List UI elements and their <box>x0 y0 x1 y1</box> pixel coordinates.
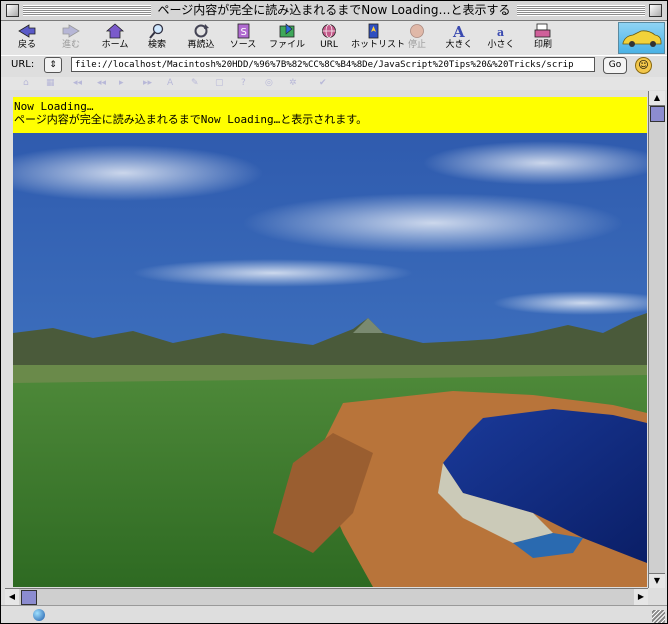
search-button[interactable]: 検索 <box>135 23 179 54</box>
vertical-scroll-thumb[interactable] <box>650 106 665 122</box>
pbar-rewind-icon[interactable]: ◂◂ <box>73 77 82 90</box>
svg-text:S: S <box>241 27 247 38</box>
smaller-text-icon: a <box>491 23 511 39</box>
loading-line-2: ページ内容が完全に読み込まれるまでNow Loading…と表示されます。 <box>14 113 368 126</box>
navigation-toolbar: 戻る 進む ホーム 検索 再読込 S ソース ファイル URL ホットリスト 停… <box>1 21 667 56</box>
smaller-text-button[interactable]: a 小さく <box>479 23 523 54</box>
scroll-right-icon[interactable]: ▶ <box>634 589 648 605</box>
url-input[interactable]: file://localhost/Macintosh%20HDD/%96%7B%… <box>71 57 595 72</box>
pbar-help-icon[interactable]: ? <box>241 77 246 90</box>
stop-button[interactable]: 停止 <box>395 23 439 54</box>
status-globe-icon <box>33 609 45 621</box>
pbar-edit-icon[interactable]: ✎ <box>191 77 199 90</box>
forward-button[interactable]: 進む <box>49 23 93 54</box>
url-history-popup[interactable]: ⇕ <box>44 57 62 73</box>
horizontal-scroll-thumb[interactable] <box>21 590 37 605</box>
source-icon: S <box>233 23 253 39</box>
address-bar: URL: ⇕ file://localhost/Macintosh%20HDD/… <box>1 56 667 76</box>
scroll-down-icon[interactable]: ▼ <box>649 573 665 588</box>
file-button[interactable]: ファイル <box>265 23 309 54</box>
window-title: ページ内容が完全に読み込まれるまでNow Loading…と表示する <box>151 3 517 17</box>
title-bar[interactable]: ページ内容が完全に読み込まれるまでNow Loading…と表示する <box>1 1 667 21</box>
pbar-home-icon[interactable]: ⌂ <box>23 77 29 90</box>
reload-button-label: 再読込 <box>187 40 215 50</box>
source-button[interactable]: S ソース <box>221 23 265 54</box>
car-logo-icon <box>622 30 662 47</box>
home-button[interactable]: ホーム <box>93 23 137 54</box>
search-icon <box>147 23 167 39</box>
page-content: Now Loading… ページ内容が完全に読み込まれるまでNow Loadin… <box>13 97 647 587</box>
go-button[interactable]: Go <box>603 57 627 74</box>
forward-button-label: 進む <box>61 40 80 50</box>
bigger-text-button[interactable]: A 大きく <box>437 23 481 54</box>
svg-text:A: A <box>452 23 465 39</box>
svg-text:a: a <box>497 26 504 39</box>
file-icon <box>277 23 297 39</box>
back-button[interactable]: 戻る <box>5 23 49 54</box>
file-button-label: ファイル <box>268 40 305 50</box>
pbar-grid-icon[interactable]: ▦ <box>46 77 55 90</box>
print-icon <box>533 23 553 39</box>
browser-logo[interactable] <box>618 22 665 54</box>
url-globe-icon <box>319 23 339 39</box>
pbar-check-icon[interactable]: ✔ <box>319 77 327 90</box>
pbar-page-icon[interactable]: ▢ <box>215 77 224 90</box>
pbar-font-icon[interactable]: A <box>167 77 173 90</box>
search-button-label: 検索 <box>147 40 166 50</box>
smiley-icon[interactable]: ☺ <box>635 57 652 74</box>
home-icon <box>105 23 125 39</box>
bigger-text-button-label: 大きく <box>445 40 473 50</box>
forward-arrow-icon <box>61 23 81 39</box>
bigger-text-icon: A <box>449 23 469 41</box>
url-label: URL: <box>11 59 35 70</box>
smaller-text-button-label: 小さく <box>487 40 515 50</box>
browser-window: ページ内容が完全に読み込まれるまでNow Loading…と表示する 戻る 進む… <box>0 0 668 624</box>
home-button-label: ホーム <box>101 40 129 50</box>
hotlist-button-label: ホットリスト <box>351 40 406 50</box>
pbar-forward-icon[interactable]: ▸ <box>119 77 124 90</box>
status-bar <box>1 605 667 623</box>
collapse-box-icon[interactable] <box>649 4 662 17</box>
landscape-image <box>13 133 647 587</box>
pbar-settings-icon[interactable]: ✲ <box>289 77 297 90</box>
print-button-label: 印刷 <box>533 40 552 50</box>
updown-arrows-icon: ⇕ <box>49 60 57 70</box>
source-button-label: ソース <box>229 40 257 50</box>
personal-toolbar: ⌂ ▦ ◂◂ ◂◂ ▸ ▸▸ A ✎ ▢ ? ◎ ✲ ✔ <box>1 77 667 90</box>
vertical-scrollbar[interactable]: ▲ ▼ <box>648 91 665 588</box>
stop-icon <box>407 23 427 39</box>
reload-button[interactable]: 再読込 <box>179 23 223 54</box>
reload-icon <box>191 23 211 39</box>
print-button[interactable]: 印刷 <box>521 23 565 54</box>
back-arrow-icon <box>17 23 37 39</box>
stop-button-label: 停止 <box>407 40 426 50</box>
horizontal-scrollbar[interactable]: ◀ ▶ <box>5 588 648 605</box>
loading-message: Now Loading… ページ内容が完全に読み込まれるまでNow Loadin… <box>13 97 647 133</box>
resize-grip-icon[interactable] <box>652 610 665 623</box>
url-button-label: URL <box>320 40 338 50</box>
pbar-back-icon[interactable]: ◂◂ <box>97 77 106 90</box>
pbar-globe-icon[interactable]: ◎ <box>265 77 273 90</box>
hotlist-button[interactable]: ホットリスト <box>351 23 406 54</box>
hotlist-icon <box>363 23 383 39</box>
loading-line-1: Now Loading… <box>14 100 94 113</box>
scroll-left-icon[interactable]: ◀ <box>5 589 19 605</box>
url-button[interactable]: URL <box>307 23 351 54</box>
back-button-label: 戻る <box>17 40 36 50</box>
scroll-up-icon[interactable]: ▲ <box>649 91 665 106</box>
pbar-fastforward-icon[interactable]: ▸▸ <box>143 77 152 90</box>
